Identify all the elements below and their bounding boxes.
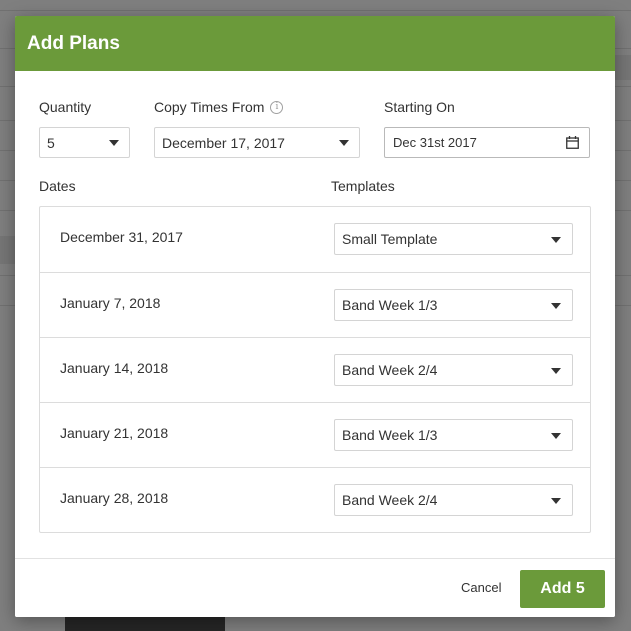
table-row: January 28, 2018 Band Week 2/4 (40, 467, 590, 532)
plan-options-row: Quantity 5 Copy Times From i December 17… (39, 71, 591, 176)
template-select[interactable]: Band Week 2/4 (334, 484, 573, 516)
starting-on-label: Starting On (384, 99, 455, 115)
table-row: January 14, 2018 Band Week 2/4 (40, 337, 590, 402)
dialog-body: Quantity 5 Copy Times From i December 17… (15, 71, 615, 533)
plan-date: January 7, 2018 (60, 295, 161, 311)
template-select[interactable]: Band Week 1/3 (334, 419, 573, 451)
copy-times-label-text: Copy Times From (154, 99, 265, 115)
chevron-down-icon (551, 498, 561, 504)
copy-times-label: Copy Times From i (154, 99, 284, 115)
column-headers: Dates Templates (39, 176, 591, 206)
quantity-value: 5 (47, 134, 55, 151)
starting-on-input[interactable]: Dec 31st 2017 (384, 127, 590, 158)
dialog-header: Add Plans (15, 16, 615, 71)
template-value: Small Template (342, 231, 438, 247)
chevron-down-icon (551, 303, 561, 309)
quantity-label-text: Quantity (39, 99, 92, 115)
table-row: December 31, 2017 Small Template (40, 207, 590, 272)
plan-date: December 31, 2017 (60, 229, 183, 245)
copy-times-select[interactable]: December 17, 2017 (154, 127, 360, 158)
plan-date: January 21, 2018 (60, 425, 169, 441)
dialog-title: Add Plans (27, 32, 120, 54)
cancel-button[interactable]: Cancel (461, 580, 501, 595)
add-plans-button[interactable]: Add 5 (520, 570, 605, 608)
plan-date: January 14, 2018 (60, 360, 169, 376)
dates-header: Dates (39, 178, 76, 194)
plan-dates-table: December 31, 2017 Small Template January… (39, 206, 591, 533)
dialog-footer: Cancel Add 5 (15, 558, 615, 617)
chevron-down-icon (109, 140, 119, 146)
calendar-icon[interactable] (566, 136, 579, 149)
add-plans-dialog: Add Plans Quantity 5 Copy Times From i D… (15, 16, 615, 617)
chevron-down-icon (551, 237, 561, 243)
chevron-down-icon (551, 433, 561, 439)
template-value: Band Week 1/3 (342, 427, 438, 443)
table-row: January 21, 2018 Band Week 1/3 (40, 402, 590, 467)
copy-times-value: December 17, 2017 (162, 134, 285, 151)
templates-header: Templates (331, 178, 395, 194)
quantity-select[interactable]: 5 (39, 127, 130, 158)
starting-on-value: Dec 31st 2017 (393, 135, 477, 150)
template-select[interactable]: Band Week 2/4 (334, 354, 573, 386)
quantity-label: Quantity (39, 99, 91, 115)
template-select[interactable]: Band Week 1/3 (334, 289, 573, 321)
plan-date: January 28, 2018 (60, 490, 169, 506)
starting-on-label-text: Starting On (384, 99, 455, 115)
template-value: Band Week 2/4 (342, 362, 438, 378)
chevron-down-icon (339, 140, 349, 146)
template-value: Band Week 2/4 (342, 492, 438, 508)
template-select[interactable]: Small Template (334, 223, 573, 255)
chevron-down-icon (551, 368, 561, 374)
info-icon[interactable]: i (270, 100, 284, 114)
template-value: Band Week 1/3 (342, 297, 438, 313)
table-row: January 7, 2018 Band Week 1/3 (40, 272, 590, 337)
